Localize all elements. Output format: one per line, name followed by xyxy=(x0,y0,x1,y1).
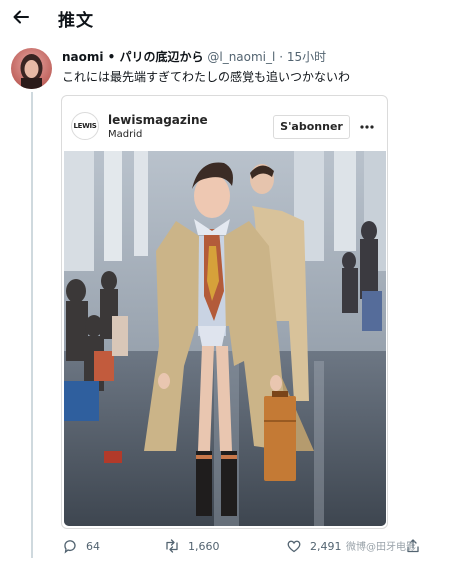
comment-icon[interactable] xyxy=(62,538,78,554)
reply-count: 64 xyxy=(86,539,100,553)
reply-action[interactable]: 64 xyxy=(62,538,100,554)
user-handle[interactable]: @l_naomi_l xyxy=(207,50,275,64)
tweet-text: これには最先端すぎてわたしの感覚も追いつかないわ xyxy=(62,70,351,84)
separator-dot: · xyxy=(279,50,284,64)
embed-location[interactable]: Madrid xyxy=(108,129,142,140)
thread-line xyxy=(31,92,33,558)
tweet-header: naomi • パリの底辺から @l_naomi_l · 15小时 xyxy=(62,48,326,65)
more-horizontal-icon[interactable] xyxy=(359,124,375,130)
like-action[interactable]: 2,491 xyxy=(286,538,342,554)
retweet-count: 1,660 xyxy=(188,539,220,553)
heart-icon[interactable] xyxy=(286,538,302,554)
embed-header: LEWIS lewismagazine Madrid S'abonner xyxy=(62,96,387,151)
timestamp[interactable]: 15小时 xyxy=(287,50,326,64)
embed-username[interactable]: lewismagazine xyxy=(108,113,208,127)
runway-photo[interactable] xyxy=(64,151,386,526)
like-count: 2,491 xyxy=(310,539,342,553)
weibo-watermark: 微博@田牙电影 xyxy=(346,542,416,553)
embedded-instagram-post[interactable]: LEWIS lewismagazine Madrid S'abonner xyxy=(61,95,388,529)
retweet-action[interactable]: 1,660 xyxy=(164,538,220,554)
follow-button[interactable]: S'abonner xyxy=(273,115,350,139)
top-bar: 推文 xyxy=(0,0,450,34)
retweet-icon[interactable] xyxy=(164,538,180,554)
page-title: 推文 xyxy=(58,11,94,31)
avatar[interactable] xyxy=(11,48,52,89)
display-name[interactable]: naomi • パリの底辺から xyxy=(62,50,204,64)
lewis-logo[interactable]: LEWIS xyxy=(71,112,99,140)
arrow-left-icon[interactable] xyxy=(10,6,32,28)
